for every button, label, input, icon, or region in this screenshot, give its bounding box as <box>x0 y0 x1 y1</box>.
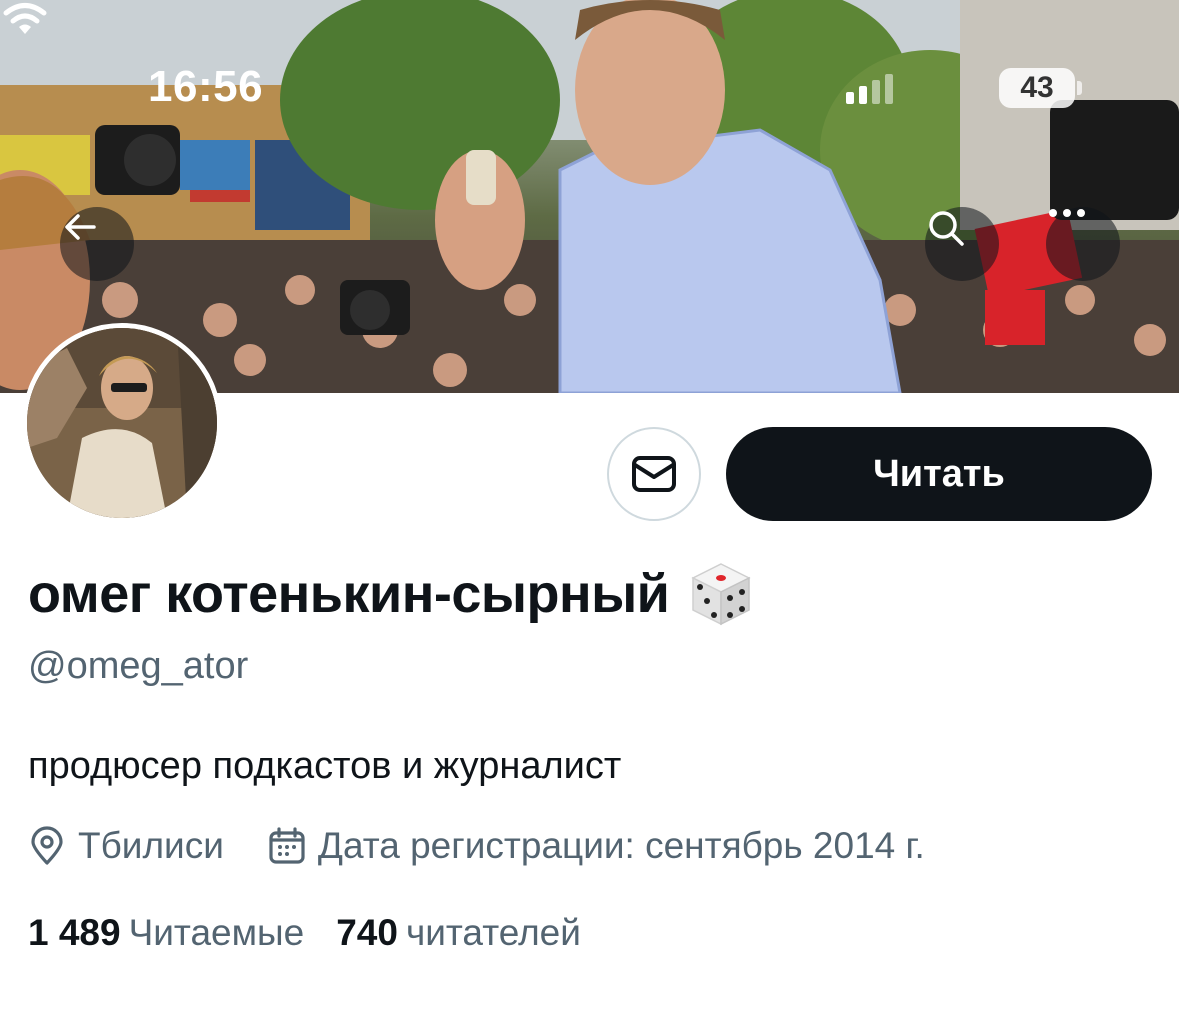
battery-icon: 43 <box>999 68 1075 108</box>
signal-icon <box>846 72 893 104</box>
bio: продюсер подкастов и журналист <box>28 745 622 787</box>
banner-photo <box>0 0 1179 393</box>
followers-count: 740 <box>336 912 398 953</box>
more-button[interactable] <box>1046 207 1120 281</box>
back-button[interactable] <box>60 207 134 281</box>
search-button[interactable] <box>925 207 999 281</box>
arrow-left-icon <box>65 214 96 240</box>
battery-cap <box>1077 81 1082 95</box>
follow-stats: 1 489 Читаемые 740 читателей <box>28 912 581 954</box>
more-icon <box>1049 209 1085 217</box>
joined-text: Дата регистрации: сентябрь 2014 г. <box>317 825 925 866</box>
follow-button[interactable]: Читать <box>726 427 1152 521</box>
following-count: 1 489 <box>28 912 121 953</box>
avatar[interactable] <box>22 323 222 523</box>
profile-banner[interactable]: 16:56 43 <box>0 0 1179 393</box>
calendar-icon <box>269 827 305 864</box>
location-item: Тбилиси <box>28 825 224 867</box>
search-icon <box>929 211 964 246</box>
location-pin-icon <box>31 826 63 865</box>
profile-meta: Тбилиси Дата регистрации: сентябрь 2014 … <box>28 825 925 867</box>
display-name-row: омег котенькин-сырный <box>28 560 755 628</box>
dice-emoji-icon <box>691 563 752 626</box>
location-text: Тбилиси <box>78 825 224 866</box>
display-name: омег котенькин-сырный <box>28 564 670 624</box>
envelope-icon <box>632 456 676 492</box>
status-time: 16:56 <box>148 62 264 111</box>
avatar-photo <box>27 328 217 518</box>
joined-item: Дата регистрации: сентябрь 2014 г. <box>268 825 925 867</box>
username: @omeg_ator <box>28 645 249 687</box>
following-link[interactable]: 1 489 Читаемые <box>28 912 304 954</box>
followers-label: читателей <box>405 912 581 953</box>
message-button[interactable] <box>607 427 701 521</box>
following-label: Читаемые <box>128 912 305 953</box>
followers-link[interactable]: 740 читателей <box>336 912 581 954</box>
wifi-icon <box>3 3 47 34</box>
